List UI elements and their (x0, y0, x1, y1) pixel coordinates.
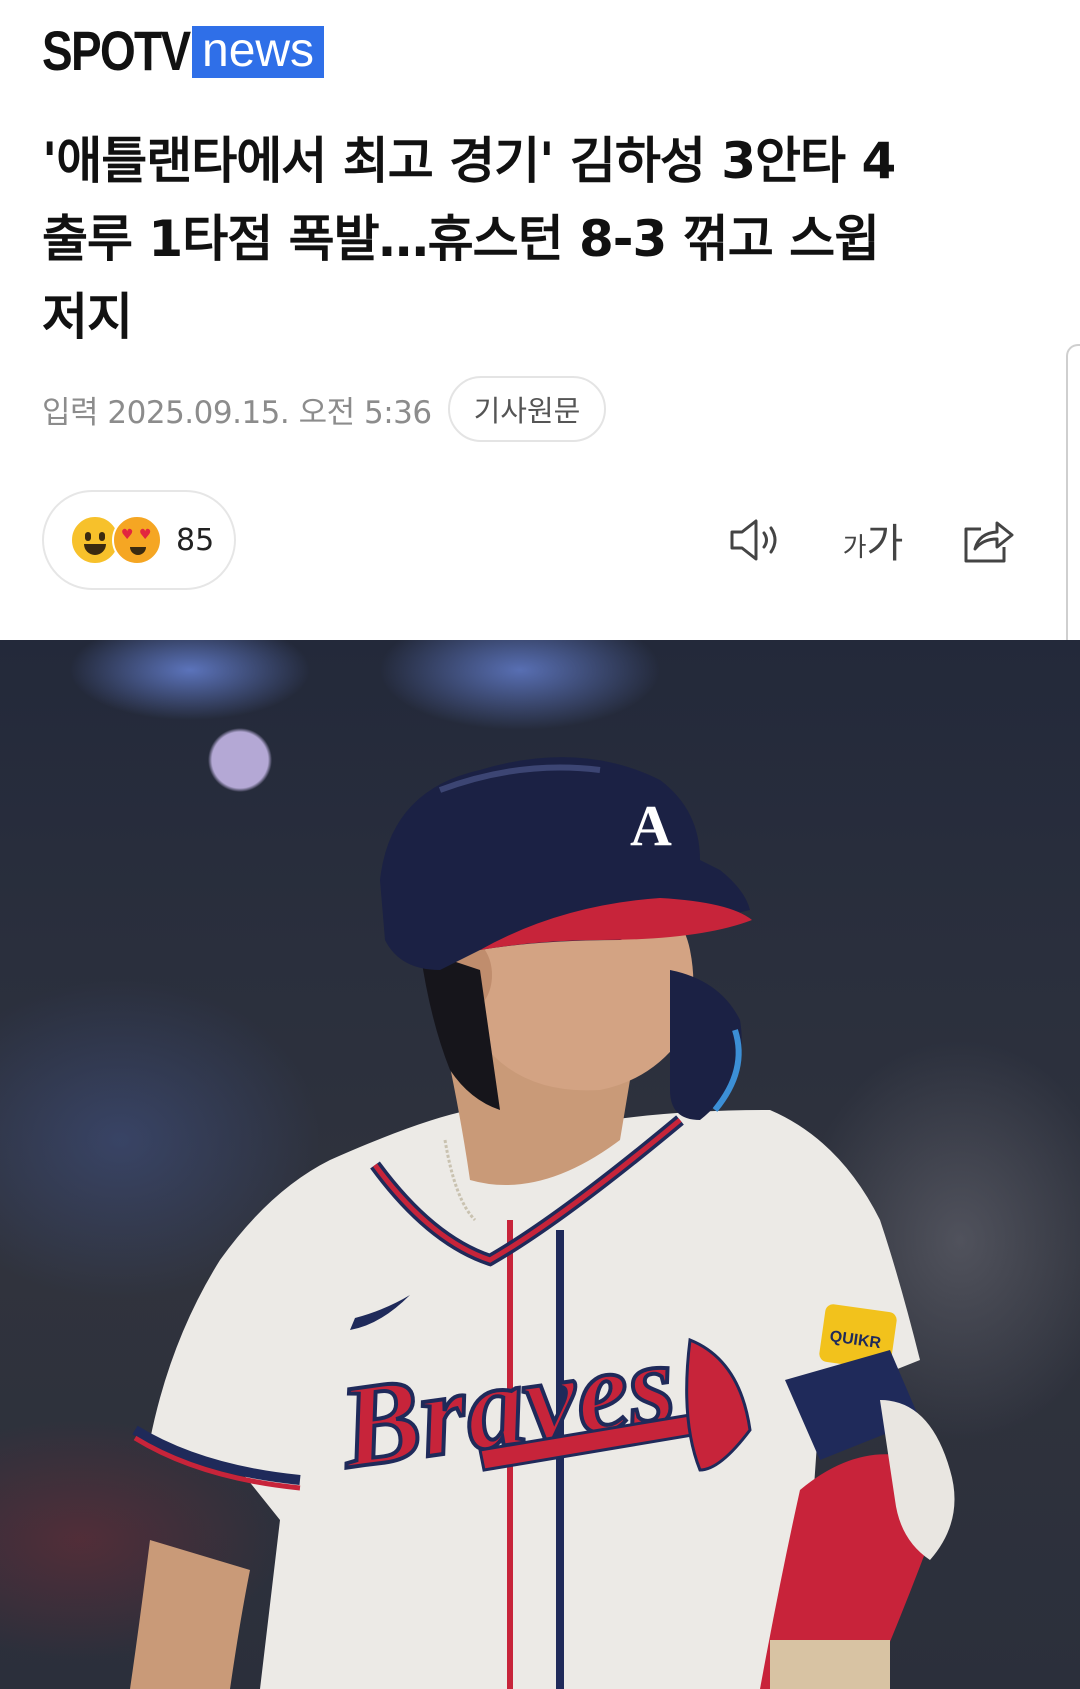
font-size-large-label: 가 (866, 521, 904, 567)
article-photo: A Braves QUIKR (0, 640, 1080, 1689)
logo-news-text: news (192, 26, 325, 78)
logo-spotv-text: SPOTV (42, 19, 191, 82)
headline-line: '애틀랜타에서 최고 경기' 김하성 3안타 4 (42, 132, 896, 190)
heart-eyes-face-icon: ♥ ♥ (112, 515, 162, 565)
scroll-indicator[interactable] (1066, 344, 1080, 684)
speaker-icon (730, 519, 777, 561)
headline-line: 저지 (42, 288, 133, 346)
reaction-button[interactable]: ♥ ♥ 85 (42, 490, 236, 590)
headline-line: 출루 1타점 폭발…휴스턴 8-3 꺾고 스윕 (42, 210, 880, 268)
baseball-player-illustration: A Braves QUIKR (130, 757, 955, 1689)
published-date: 입력 2025.09.15. 오전 5:36 (42, 394, 432, 431)
font-size-button[interactable]: 가 가 (836, 510, 910, 570)
font-size-small-label: 가 (842, 532, 867, 563)
reaction-count: 85 (176, 522, 215, 558)
article-page: SPOTV news '애틀랜타에서 최고 경기' 김하성 3안타 4 출루 1… (0, 0, 1080, 1689)
text-to-speech-button[interactable] (726, 510, 786, 570)
article-headline: '애틀랜타에서 최고 경기' 김하성 3안타 4 출루 1타점 폭발…휴스턴 8… (42, 122, 1032, 356)
helmet-letter: A (630, 793, 672, 858)
article-meta: 입력 2025.09.15. 오전 5:36 기사원문 (42, 376, 607, 442)
share-icon (964, 521, 1014, 563)
original-article-button[interactable]: 기사원문 (447, 376, 607, 442)
site-logo[interactable]: SPOTV news (42, 19, 325, 82)
share-button[interactable] (958, 510, 1018, 570)
